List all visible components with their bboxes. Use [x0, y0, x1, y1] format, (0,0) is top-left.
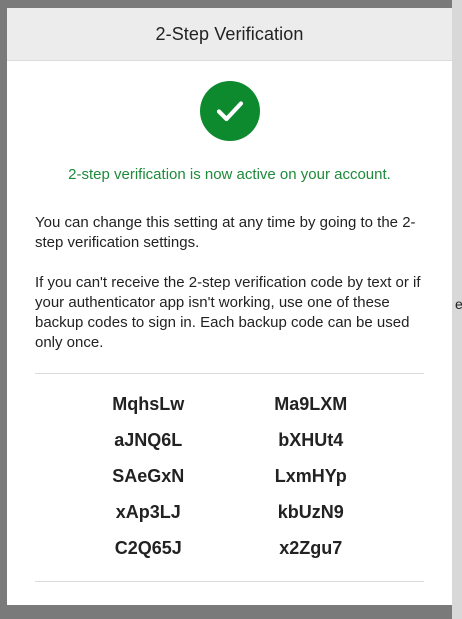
backup-code: aJNQ6L	[114, 430, 183, 450]
backup-code: C2Q65J	[114, 538, 182, 558]
backup-code: bXHUt4	[278, 430, 344, 450]
backup-codes-grid: MqhsLw Ma9LXM aJNQ6L bXHUt4 SAeGxN LxmHY…	[7, 394, 452, 558]
modal-body: You can change this setting at any time …	[35, 213, 424, 353]
modal-title: 2-Step Verification	[155, 23, 304, 44]
success-message: 2-step verification is now active on you…	[68, 166, 391, 183]
checkmark-icon	[199, 81, 260, 141]
backup-code: SAeGxN	[112, 466, 185, 486]
backup-code: LxmHYp	[274, 466, 347, 486]
backup-code: Ma9LXM	[274, 394, 348, 414]
backup-code: x2Zgu7	[279, 538, 343, 558]
settings-info-text: You can change this setting at any time …	[35, 214, 416, 251]
modal-header: 2-Step Verification	[7, 8, 452, 61]
backup-codes-info-text: If you can't receive the 2-step verifica…	[35, 274, 421, 351]
divider	[35, 373, 424, 374]
backup-code: MqhsLw	[112, 394, 185, 414]
divider	[35, 581, 424, 582]
verification-modal: 2-Step Verification 2-step verification …	[7, 8, 452, 605]
backup-code: kbUzN9	[277, 502, 344, 522]
backup-code: xAp3LJ	[115, 502, 181, 522]
background-text-fragment: e	[455, 296, 462, 312]
